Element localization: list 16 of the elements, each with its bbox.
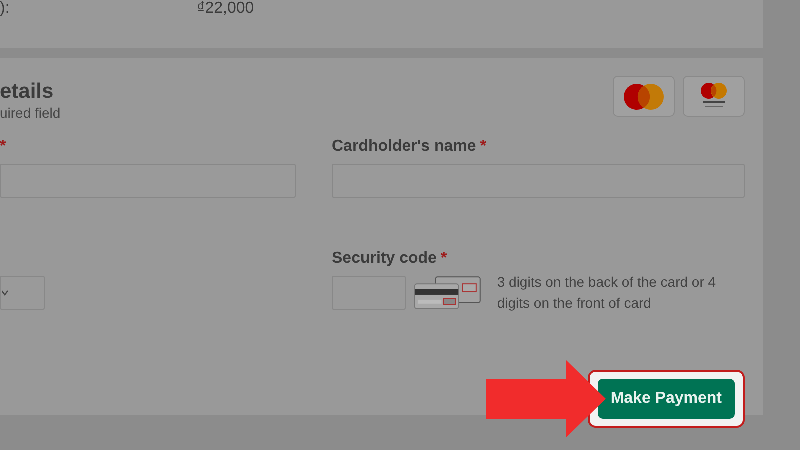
caret-icon — [2, 290, 8, 296]
securecode-logo — [683, 76, 745, 117]
hint-text: 3 digits on the back of the card or 4 digits on the front of card — [497, 273, 718, 313]
required-note: uired field — [0, 104, 61, 122]
field-label: Security code — [332, 250, 437, 267]
mastercard-logo — [613, 76, 675, 117]
select-field[interactable] — [0, 276, 45, 310]
summary-label: ): — [0, 0, 10, 17]
make-payment-button[interactable]: Make Payment — [598, 379, 735, 419]
section-title: etails — [0, 80, 55, 104]
required-mark: * — [0, 138, 6, 155]
field-label: Cardholder's name — [332, 138, 476, 155]
card-back-icon — [414, 276, 482, 310]
summary-value: ₫22,000 — [197, 0, 254, 19]
required-mark: * — [440, 250, 448, 267]
required-mark: * — [480, 138, 487, 155]
